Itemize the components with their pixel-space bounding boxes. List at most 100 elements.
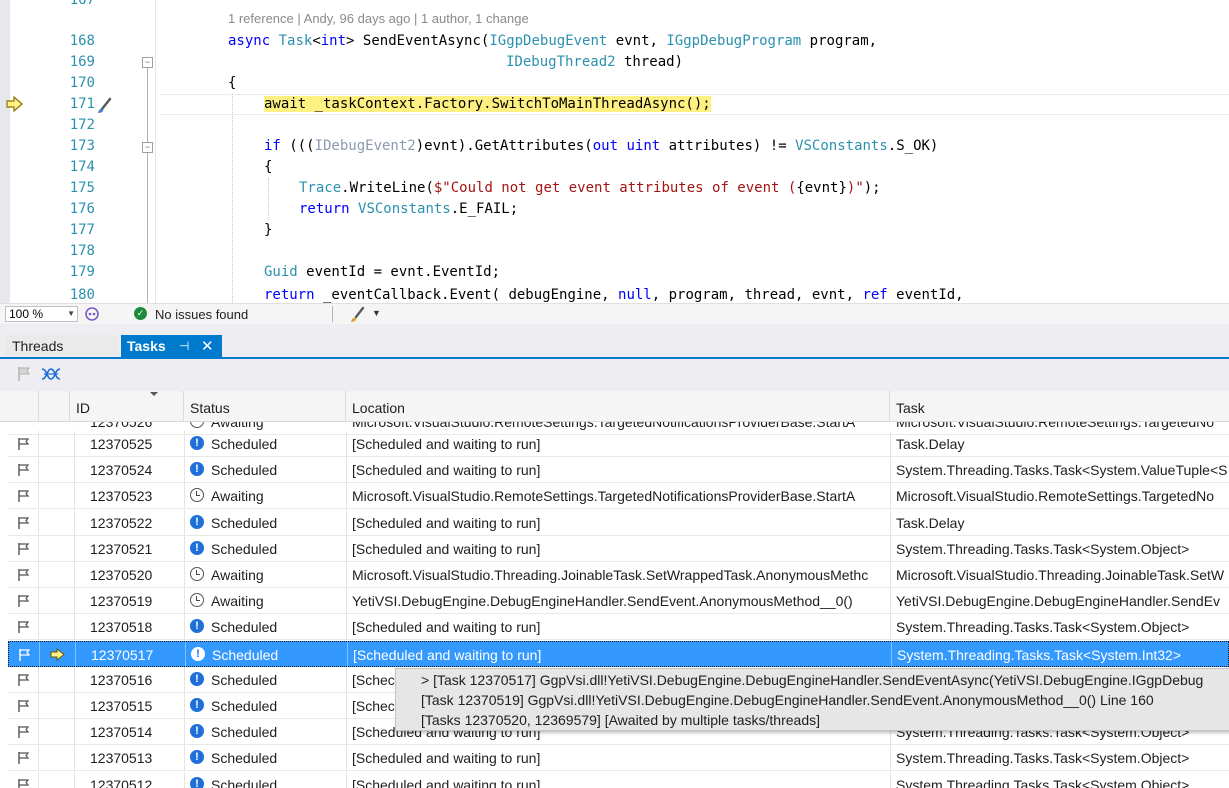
code-line: 174 { [0,157,1229,178]
chevron-down-icon[interactable]: ▼ [372,308,381,318]
column-header-id[interactable]: ID [70,391,184,421]
task-id: 12370512 [90,777,153,788]
parallel-stack-tooltip: > [Task 12370517] GgpVsi.dll!YetiVSI.Deb… [395,668,1229,731]
execution-pointer-icon[interactable] [6,96,24,112]
column-divider [184,693,185,718]
pin-icon[interactable]: ⊣ [179,335,189,358]
column-divider [184,536,185,561]
flag-icon[interactable] [17,437,31,451]
code-editor[interactable]: 167 1 reference | Andy, 96 days ago | 1 … [0,0,1229,303]
flag-cell[interactable] [8,693,38,718]
zoom-value: 100 % [9,307,44,321]
column-header-status[interactable]: Status [184,391,346,421]
flag-icon[interactable] [17,778,31,788]
flag-cell[interactable] [8,745,38,770]
flag-icon[interactable] [17,725,31,739]
flag-icon[interactable] [17,594,31,608]
status-label: Scheduled [211,698,278,714]
flag-cell[interactable] [8,772,38,788]
flag-cell[interactable] [8,614,38,639]
current-task-cell [39,693,74,718]
line-number: 171 [69,96,95,112]
flag-cell[interactable] [8,483,38,508]
close-icon[interactable]: ✕ [201,335,214,358]
flag-cell[interactable] [8,457,38,482]
flag-icon[interactable] [17,516,31,530]
code-text[interactable]: Guid eventId = evnt.EventId; [264,262,500,283]
flag-icon[interactable] [17,463,31,477]
info-icon: ! [190,462,204,476]
task-status: ! Scheduled [190,693,345,718]
flag-cell[interactable] [9,642,39,667]
flag-icon[interactable] [17,751,31,765]
current-task-cell [39,588,74,613]
table-row-selected[interactable]: 12370517! Scheduled [Scheduled and waiting… [8,641,1229,667]
column-header-task[interactable]: Task [890,391,1229,421]
status-label: Scheduled [211,672,278,688]
tab-tasks[interactable]: Tasks ⊣ ✕ [121,335,222,358]
flag-icon[interactable] [17,699,31,713]
flag-icon[interactable] [16,366,32,382]
column-divider [346,719,347,744]
line-number: 168 [69,33,95,49]
task-id: 12370524 [90,462,153,478]
code-text[interactable]: return VSConstants.E_FAIL; [299,199,518,220]
column-divider [38,667,39,692]
code-text[interactable]: } [264,220,272,241]
code-text[interactable]: { [264,157,272,178]
code-text[interactable]: { [228,73,236,94]
flag-cell[interactable] [8,431,38,456]
task-id: 12370519 [90,593,153,609]
clock-icon [190,488,204,502]
flag-icon[interactable] [17,620,31,634]
table-row[interactable]: 12370522! Scheduled [Scheduled and waiting… [8,510,1229,536]
flag-cell[interactable] [8,667,38,692]
flag-cell[interactable] [8,536,38,561]
copilot-icon[interactable] [84,306,100,322]
quick-actions-brush-icon[interactable] [96,95,116,115]
table-row[interactable]: 12370513! Scheduled [Scheduled and waiting… [8,745,1229,771]
flag-icon[interactable] [17,542,31,556]
flag-cell[interactable] [8,588,38,613]
column-header-location[interactable]: Location [346,391,890,421]
table-row[interactable]: 12370518! Scheduled [Scheduled and waiting… [8,614,1229,640]
tab-threads[interactable]: Threads [5,335,119,358]
task-status: ! Scheduled [190,667,345,692]
flag-icon[interactable] [17,673,31,687]
column-header-current[interactable] [39,391,70,421]
collapse-toggle-icon[interactable]: − [142,142,153,153]
flag-icon[interactable] [18,648,32,662]
flag-cell[interactable] [8,719,38,744]
code-text[interactable]: await _taskContext.Factory.SwitchToMainT… [264,94,711,115]
table-row[interactable]: 12370519 Awaiting YetiVSI.DebugEngine.Debu… [8,588,1229,614]
flag-cell[interactable] [8,562,38,587]
show-external-code-icon[interactable] [41,367,61,381]
codelens[interactable]: 1 reference | Andy, 96 days ago | 1 auth… [228,11,529,26]
collapse-toggle-icon[interactable]: − [142,57,153,68]
flag-icon[interactable] [17,568,31,582]
task-status: Awaiting [190,588,345,613]
code-text[interactable]: IDebugThread2 thread) [506,52,683,73]
column-header-flag[interactable] [8,391,39,421]
table-row[interactable]: 12370524! Scheduled [Scheduled and waiting… [8,457,1229,483]
flag-icon[interactable] [17,489,31,503]
issues-status[interactable]: No issues found [155,307,248,322]
table-row[interactable]: 12370520 Awaiting Microsoft.VisualStudio.T… [8,562,1229,588]
table-row[interactable]: 12370523 Awaiting Microsoft.VisualStudio.R… [8,483,1229,509]
code-cleanup-brush-icon[interactable] [350,305,370,323]
code-text[interactable]: if (((IDebugEvent2)evnt).GetAttributes(o… [264,136,938,157]
status-label: Scheduled [212,647,279,663]
table-row[interactable]: 12370521! Scheduled [Scheduled and waiting… [8,536,1229,562]
code-line: 180 return _eventCallback.Event( debugEn… [0,285,1229,303]
code-text[interactable]: return _eventCallback.Event( debugEngine… [264,285,964,303]
column-divider [38,536,39,561]
zoom-dropdown[interactable]: 100 % ▼ [5,306,78,322]
task-status: ! Scheduled [190,457,345,482]
code-text[interactable]: async Task<int> SendEventAsync(IGgpDebug… [228,31,877,52]
column-divider [346,667,347,692]
flag-cell[interactable] [8,510,38,535]
column-divider [184,483,185,508]
table-row[interactable]: 12370512! Scheduled [Scheduled and waiting… [8,772,1229,788]
table-row[interactable]: 12370525! Scheduled [Scheduled and waiting… [8,431,1229,457]
code-text[interactable]: Trace.WriteLine($"Could not get event at… [299,178,881,199]
